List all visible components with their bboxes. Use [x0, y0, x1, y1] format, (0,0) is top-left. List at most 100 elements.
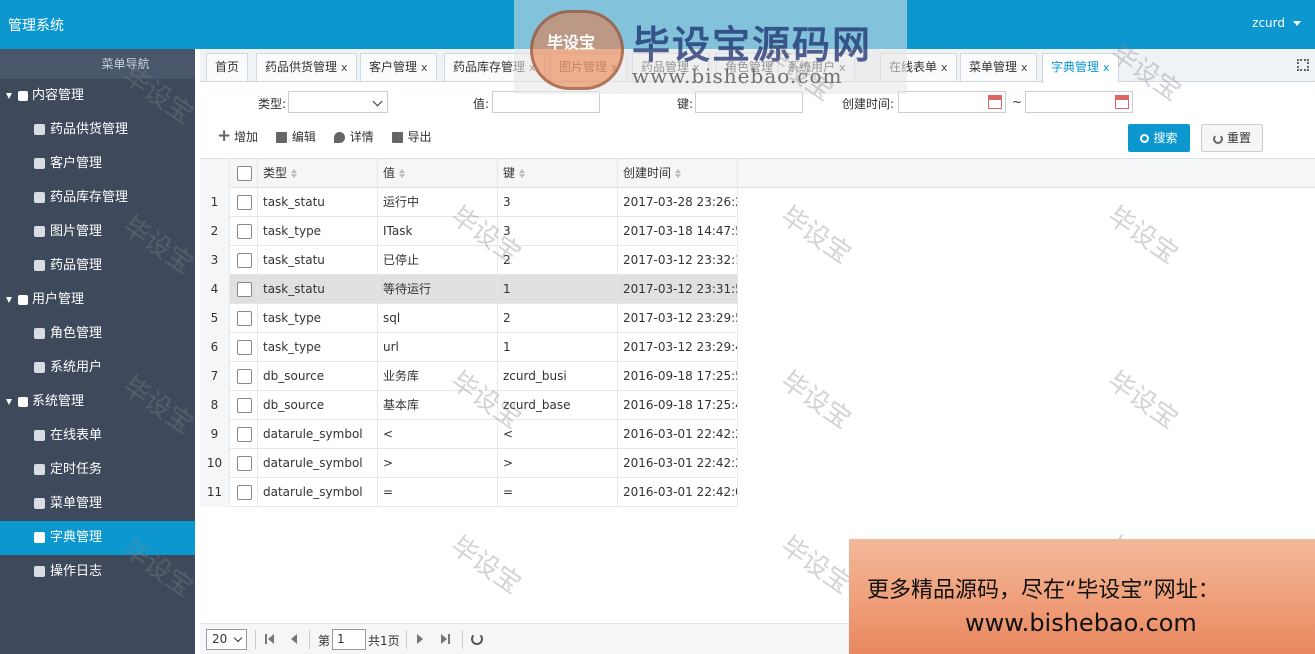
- sidebar-item[interactable]: 系统用户: [0, 351, 195, 385]
- close-icon[interactable]: x: [941, 61, 948, 74]
- sidebar-group-label: 系统管理: [32, 394, 85, 409]
- tab-label: 字典管理: [1051, 60, 1100, 74]
- table-row[interactable]: 7 db_source 业务库 zcurd_busi 2016-09-18 17:25:…: [200, 362, 738, 391]
- reset-button[interactable]: 重置: [1201, 124, 1263, 152]
- fullscreen-icon[interactable]: [1297, 59, 1309, 71]
- tab-label: 首页: [215, 60, 240, 74]
- select-all-checkbox[interactable]: [237, 166, 252, 181]
- row-checkbox[interactable]: [237, 224, 252, 239]
- add-button[interactable]: 增加: [217, 126, 258, 147]
- export-button[interactable]: 导出: [391, 127, 432, 147]
- last-page-icon[interactable]: [440, 634, 450, 644]
- table-row[interactable]: 6 task_type url 1 2017-03-12 23:29:43: [200, 333, 738, 362]
- tab[interactable]: 客户管理 x: [360, 53, 437, 81]
- tab-label: 客户管理: [369, 60, 418, 74]
- close-icon[interactable]: x: [421, 61, 428, 74]
- page-total: 共1页: [368, 634, 400, 648]
- sidebar-item[interactable]: 操作日志: [0, 555, 195, 589]
- column-header[interactable]: 键: [498, 159, 618, 188]
- row-checkbox[interactable]: [237, 398, 252, 413]
- sidebar-item[interactable]: 菜单管理: [0, 487, 195, 521]
- row-checkbox[interactable]: [237, 195, 252, 210]
- sort-icon: [519, 169, 526, 178]
- plus-icon: [217, 126, 231, 146]
- row-checkbox[interactable]: [237, 340, 252, 355]
- close-icon[interactable]: x: [1103, 61, 1110, 74]
- row-checkbox[interactable]: [237, 311, 252, 326]
- row-checkbox[interactable]: [237, 253, 252, 268]
- column-header-label: 值: [383, 166, 396, 180]
- calendar-icon[interactable]: [1115, 95, 1129, 109]
- row-checkbox[interactable]: [237, 485, 252, 500]
- start-date-input[interactable]: [898, 91, 1006, 113]
- column-header[interactable]: 值: [378, 159, 498, 188]
- calendar-icon[interactable]: [988, 95, 1002, 109]
- table-row[interactable]: 9 datarule_symbol < <2016-03-01 22:42:28: [200, 420, 738, 449]
- table-cell: 3: [498, 217, 618, 246]
- key-input[interactable]: [695, 91, 803, 113]
- table-cell: 基本库: [378, 391, 498, 420]
- sidebar-group[interactable]: 内容管理: [0, 79, 195, 113]
- prev-page-icon[interactable]: [288, 634, 298, 644]
- detail-button[interactable]: 详情: [333, 127, 374, 147]
- page-size-select[interactable]: 20: [206, 629, 247, 650]
- pager-separator: [309, 630, 310, 649]
- table-cell: >: [378, 449, 498, 478]
- sidebar-item[interactable]: 客户管理: [0, 147, 195, 181]
- close-icon[interactable]: x: [341, 61, 348, 74]
- table-cell: 1: [498, 333, 618, 362]
- table-row[interactable]: 10 datarule_symbol > >2016-03-01 22:42:21: [200, 449, 738, 478]
- sidebar-item[interactable]: 在线表单: [0, 419, 195, 453]
- table-row[interactable]: 1 task_statu 运行中 3 2017-03-28 23:26:26: [200, 188, 738, 217]
- row-number: 1: [200, 188, 230, 217]
- tab[interactable]: 药品供货管理 x: [256, 53, 357, 81]
- sidebar-item-label: 系统用户: [50, 360, 103, 375]
- table-cell: <: [378, 420, 498, 449]
- table-row[interactable]: 4 task_statu 等待运行 1 2017-03-12 23:31:55: [200, 275, 738, 304]
- end-date-input[interactable]: [1025, 91, 1133, 113]
- header-checkbox-cell: [230, 159, 258, 188]
- tab[interactable]: 字典管理 x: [1042, 53, 1119, 83]
- sidebar-item[interactable]: 药品管理: [0, 249, 195, 283]
- row-checkbox[interactable]: [237, 369, 252, 384]
- sidebar-item[interactable]: 药品供货管理: [0, 113, 195, 147]
- row-checkbox[interactable]: [237, 456, 252, 471]
- sidebar-item[interactable]: 定时任务: [0, 453, 195, 487]
- close-icon[interactable]: x: [1021, 61, 1028, 74]
- column-header[interactable]: 创建时间: [618, 159, 738, 188]
- sidebar-item[interactable]: 药品库存管理: [0, 181, 195, 215]
- table-row[interactable]: 3 task_statu 已停止 2 2017-03-12 23:32:12: [200, 246, 738, 275]
- row-checkbox[interactable]: [237, 427, 252, 442]
- value-input[interactable]: [492, 91, 600, 113]
- next-page-icon[interactable]: [416, 634, 426, 644]
- caret-down-icon: [6, 398, 12, 405]
- table-row[interactable]: 5 task_type sql 2 2017-03-12 23:29:51: [200, 304, 738, 333]
- tab[interactable]: 首页: [206, 53, 249, 81]
- row-checkbox[interactable]: [237, 282, 252, 297]
- column-header[interactable]: 类型: [258, 159, 378, 188]
- sidebar-group[interactable]: 用户管理: [0, 283, 195, 317]
- sidebar-item[interactable]: 角色管理: [0, 317, 195, 351]
- edit-button[interactable]: 编辑: [275, 127, 316, 147]
- table-cell: url: [378, 333, 498, 362]
- search-button[interactable]: 搜索: [1128, 124, 1190, 152]
- sidebar-item[interactable]: 图片管理: [0, 215, 195, 249]
- user-menu[interactable]: zcurd: [1252, 16, 1301, 30]
- row-checkbox-cell: [230, 188, 258, 217]
- sidebar-group[interactable]: 系统管理: [0, 385, 195, 419]
- table-cell: db_source: [258, 391, 378, 420]
- page-number-input[interactable]: 1: [332, 629, 366, 650]
- key-label: 键:: [677, 97, 694, 111]
- sidebar-item[interactable]: 字典管理: [0, 521, 195, 555]
- row-number: 3: [200, 246, 230, 275]
- user-name: zcurd: [1252, 16, 1285, 30]
- tab[interactable]: 菜单管理 x: [960, 53, 1037, 81]
- table-row[interactable]: 8 db_source 基本库 zcurd_base 2016-09-18 17:25:…: [200, 391, 738, 420]
- table-row[interactable]: 2 task_type ITask 3 2017-03-18 14:47:57: [200, 217, 738, 246]
- first-page-icon[interactable]: [265, 634, 275, 644]
- table-row[interactable]: 11 datarule_symbol = = 2016-03-01 22:42:05: [200, 478, 738, 507]
- table-cell: sql: [378, 304, 498, 333]
- refresh-icon[interactable]: [471, 633, 483, 645]
- type-select[interactable]: [288, 91, 388, 113]
- menu-item-icon: [34, 430, 45, 441]
